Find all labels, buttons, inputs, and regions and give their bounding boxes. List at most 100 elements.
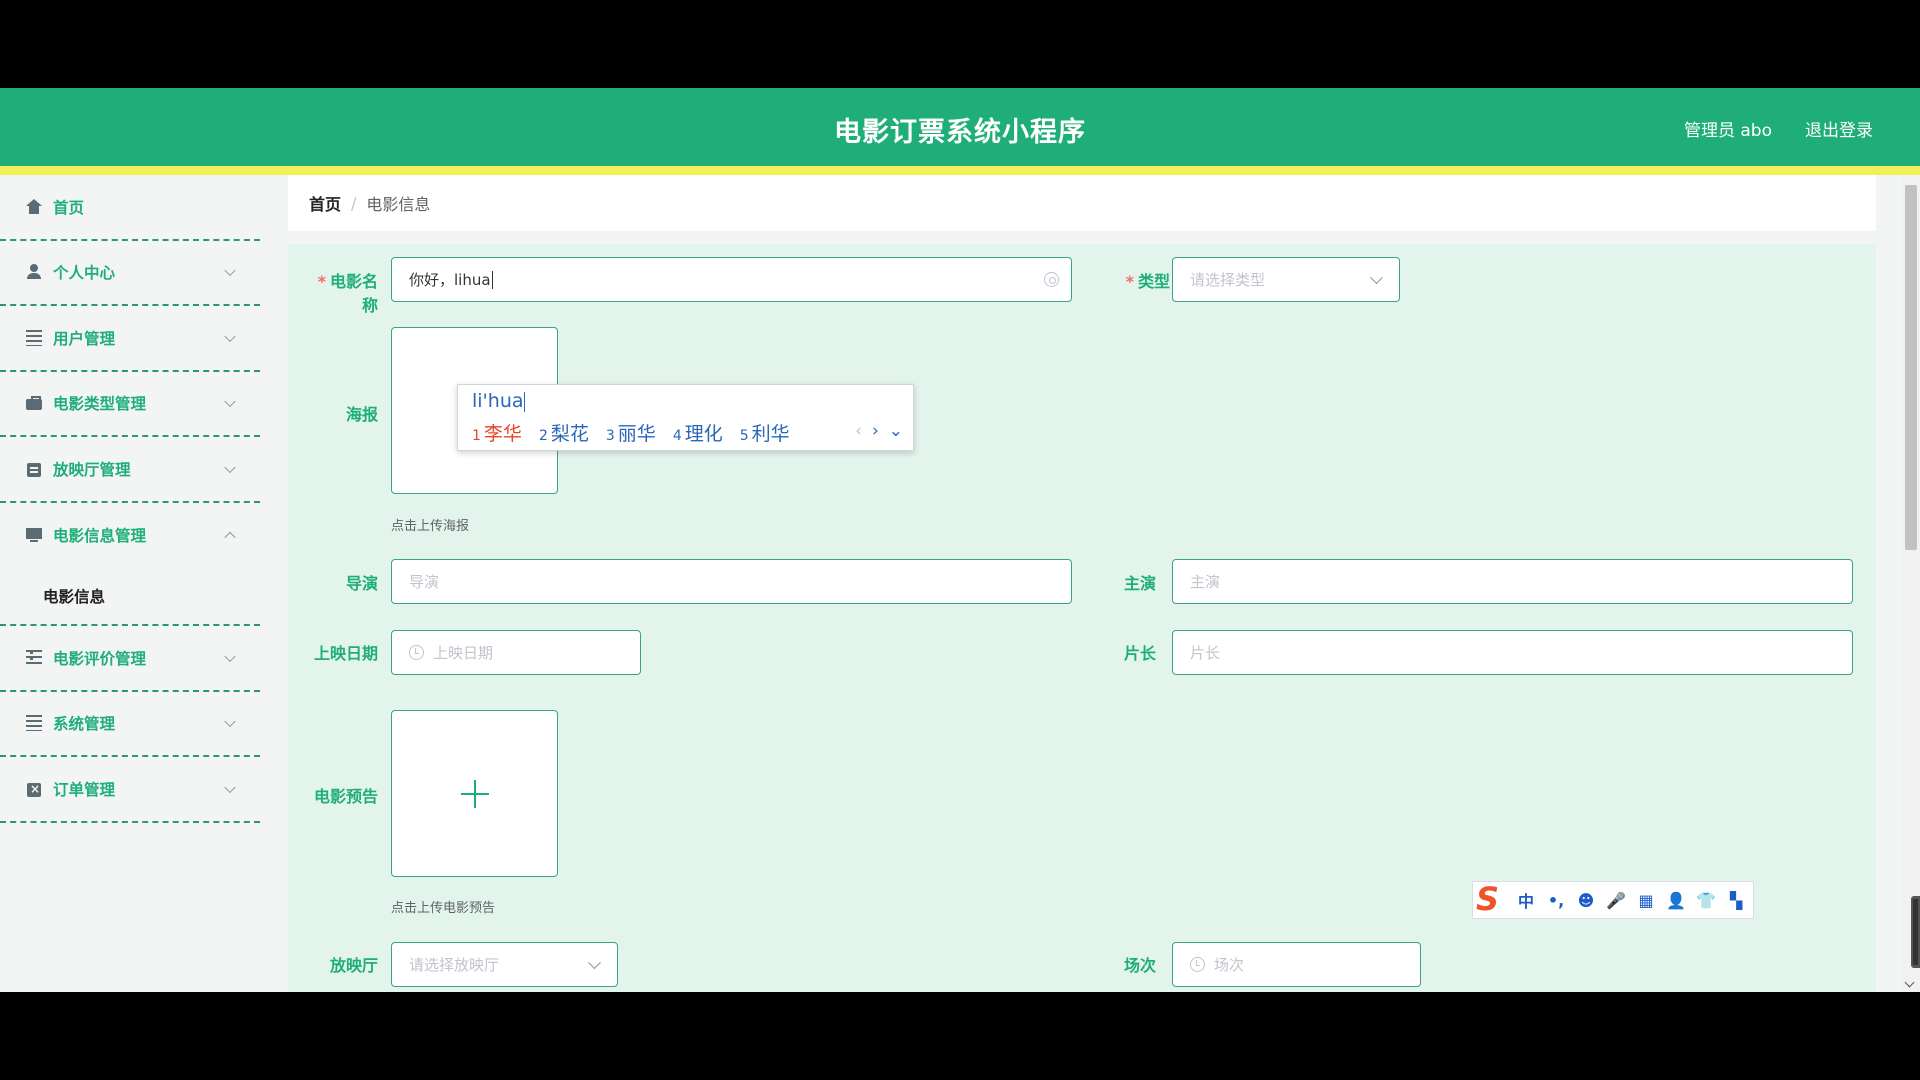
chevron-down-icon <box>224 650 236 662</box>
logout-link[interactable]: 退出登录 <box>1805 116 1873 141</box>
sidebar-item-movie-types[interactable]: 电影类型管理 <box>0 372 260 437</box>
list-icon <box>26 329 42 346</box>
vertical-scrollbar[interactable] <box>1902 175 1920 992</box>
ime-candidate[interactable]: 5 利华 <box>740 419 790 446</box>
session-label: 场次 <box>1123 956 1156 975</box>
actors-input[interactable]: 主演 <box>1172 559 1853 604</box>
hall-select[interactable]: 请选择放映厅 <box>391 942 618 987</box>
breadcrumb-current: 电影信息 <box>366 195 431 214</box>
movie-name-label: * 电影名称 <box>317 272 378 315</box>
duration-label: 片长 <box>1123 644 1156 663</box>
ime-pinyin: li'hua <box>472 390 525 412</box>
current-user-label: 管理员 abo <box>1683 121 1772 141</box>
duration-input[interactable]: 片长 <box>1172 630 1853 675</box>
release-date-picker[interactable]: 上映日期 <box>391 630 641 675</box>
sidebar-item-label: 订单管理 <box>53 780 116 799</box>
poster-upload-tip: 点击上传海报 <box>391 519 470 534</box>
session-picker[interactable]: 场次 <box>1172 942 1421 987</box>
user-icon[interactable]: 👤 <box>1661 891 1691 910</box>
ime-candidates: 1 李华 2 梨花 3 丽华 4 理化 5 利华 <box>472 419 807 446</box>
trailer-upload[interactable] <box>391 710 558 877</box>
sidebar-item-label: 电影类型管理 <box>53 395 147 414</box>
ime-candidate[interactable]: 3 丽华 <box>606 419 656 446</box>
app-screen: 电影订票系统小程序 管理员 abo 退出登录 首页 个人中心 用户管理 电影类型… <box>0 88 1920 992</box>
chevron-down-icon <box>1370 270 1383 284</box>
sidebar-item-label: 电影评价管理 <box>53 649 147 668</box>
sidebar-item-home[interactable]: 首页 <box>0 175 260 241</box>
ime-candidate-popup: li'hua 1 李华 2 梨花 3 丽华 4 理化 5 利华 ‹ › ⌄ <box>457 384 914 451</box>
skin-icon[interactable]: 👕 <box>1691 891 1721 910</box>
chevron-left-icon[interactable]: ‹ <box>855 421 862 441</box>
scroll-down-arrow-icon[interactable] <box>1904 977 1915 988</box>
actors-label: 主演 <box>1123 574 1156 593</box>
chevron-up-icon <box>224 531 236 544</box>
home-icon <box>26 198 42 215</box>
keyboard-icon[interactable]: ▦ <box>1631 891 1661 910</box>
sidebar-item-label: 放映厅管理 <box>53 460 131 479</box>
trailer-label: 电影预告 <box>313 787 378 806</box>
sidebar-item-movie-info[interactable]: 电影信息管理 <box>0 503 260 569</box>
director-input[interactable]: 导演 <box>391 559 1072 604</box>
punctuation-icon[interactable]: •, <box>1541 891 1571 910</box>
ime-candidate[interactable]: 1 李华 <box>472 419 522 446</box>
text-caret <box>491 270 493 289</box>
app-title: 电影订票系统小程序 <box>834 117 1086 148</box>
sidebar-subitem-label: 电影信息 <box>43 588 106 606</box>
chevron-down-icon <box>588 955 601 969</box>
clock-icon <box>409 645 424 660</box>
sidebar-item-system[interactable]: 系统管理 <box>0 692 260 757</box>
sidebar-item-label: 电影信息管理 <box>53 527 147 546</box>
poster-label: 海报 <box>345 405 378 424</box>
sidebar-item-orders[interactable]: 订单管理 <box>0 757 260 823</box>
breadcrumb: 首页 / 电影信息 <box>288 175 1876 231</box>
ime-candidate[interactable]: 2 梨花 <box>539 419 589 446</box>
sogou-logo-icon[interactable] <box>1473 880 1511 918</box>
header-accent-bar <box>0 166 1920 175</box>
sliders-icon <box>26 649 42 666</box>
scrollbar-thumb[interactable] <box>1905 185 1917 550</box>
ime-candidate[interactable]: 4 理化 <box>673 419 723 446</box>
movie-type-label: * 类型 <box>1125 272 1170 291</box>
release-date-label: 上映日期 <box>313 644 378 663</box>
hall-label: 放映厅 <box>329 956 378 975</box>
chevron-down-icon <box>224 395 236 408</box>
breadcrumb-home[interactable]: 首页 <box>309 191 341 215</box>
clipboard-icon <box>26 461 42 477</box>
chevron-down-icon <box>224 715 236 728</box>
chevron-down-icon <box>224 264 236 277</box>
main-content: 首页 / 电影信息 * 电影名称 你好，lihua * 类型 请选择类型 海报 点击… <box>260 175 1900 992</box>
top-header: 电影订票系统小程序 管理员 abo 退出登录 <box>0 88 1920 166</box>
side-dock-handle[interactable] <box>1911 896 1920 968</box>
sidebar-item-profile[interactable]: 个人中心 <box>0 241 260 306</box>
sidebar-subitem-movie-info[interactable]: 电影信息 <box>0 568 260 626</box>
sidebar-item-users[interactable]: 用户管理 <box>0 306 260 372</box>
chevron-down-icon <box>224 781 236 793</box>
microphone-icon[interactable]: 🎤 <box>1601 891 1631 910</box>
chevron-down-icon <box>224 330 236 342</box>
emoji-icon[interactable]: ☻ <box>1571 891 1601 910</box>
sidebar-item-label: 首页 <box>53 198 85 217</box>
apps-grid-icon[interactable]: ▚ <box>1721 891 1751 910</box>
chevron-right-icon[interactable]: › <box>872 421 879 441</box>
chevron-down-icon[interactable]: ⌄ <box>889 421 903 441</box>
director-label: 导演 <box>345 574 378 593</box>
chevron-down-icon <box>224 461 236 473</box>
sidebar: 首页 个人中心 用户管理 电影类型管理 放映厅管理 电影信息管理 电影信息 电影… <box>0 175 260 992</box>
monitor-icon <box>26 527 42 543</box>
user-icon <box>26 264 42 280</box>
movie-name-input[interactable]: 你好，lihua <box>391 257 1072 302</box>
breadcrumb-separator: / <box>351 193 357 213</box>
trailer-upload-tip: 点击上传电影预告 <box>391 901 496 916</box>
ime-page-nav: ‹ › ⌄ <box>845 421 903 441</box>
movie-type-select[interactable]: 请选择类型 <box>1172 257 1400 302</box>
sidebar-item-halls[interactable]: 放映厅管理 <box>0 437 260 503</box>
clear-icon[interactable] <box>1044 271 1059 287</box>
briefcase-icon <box>26 395 42 411</box>
list-icon <box>26 715 42 732</box>
ime-toolbar: 中 •, ☻ 🎤 ▦ 👤 👕 ▚ <box>1472 880 1754 919</box>
chinese-mode-icon[interactable]: 中 <box>1511 888 1541 912</box>
sidebar-item-reviews[interactable]: 电影评价管理 <box>0 626 260 692</box>
clock-icon <box>1190 957 1205 972</box>
order-icon <box>26 781 42 797</box>
sidebar-item-label: 个人中心 <box>53 264 116 283</box>
